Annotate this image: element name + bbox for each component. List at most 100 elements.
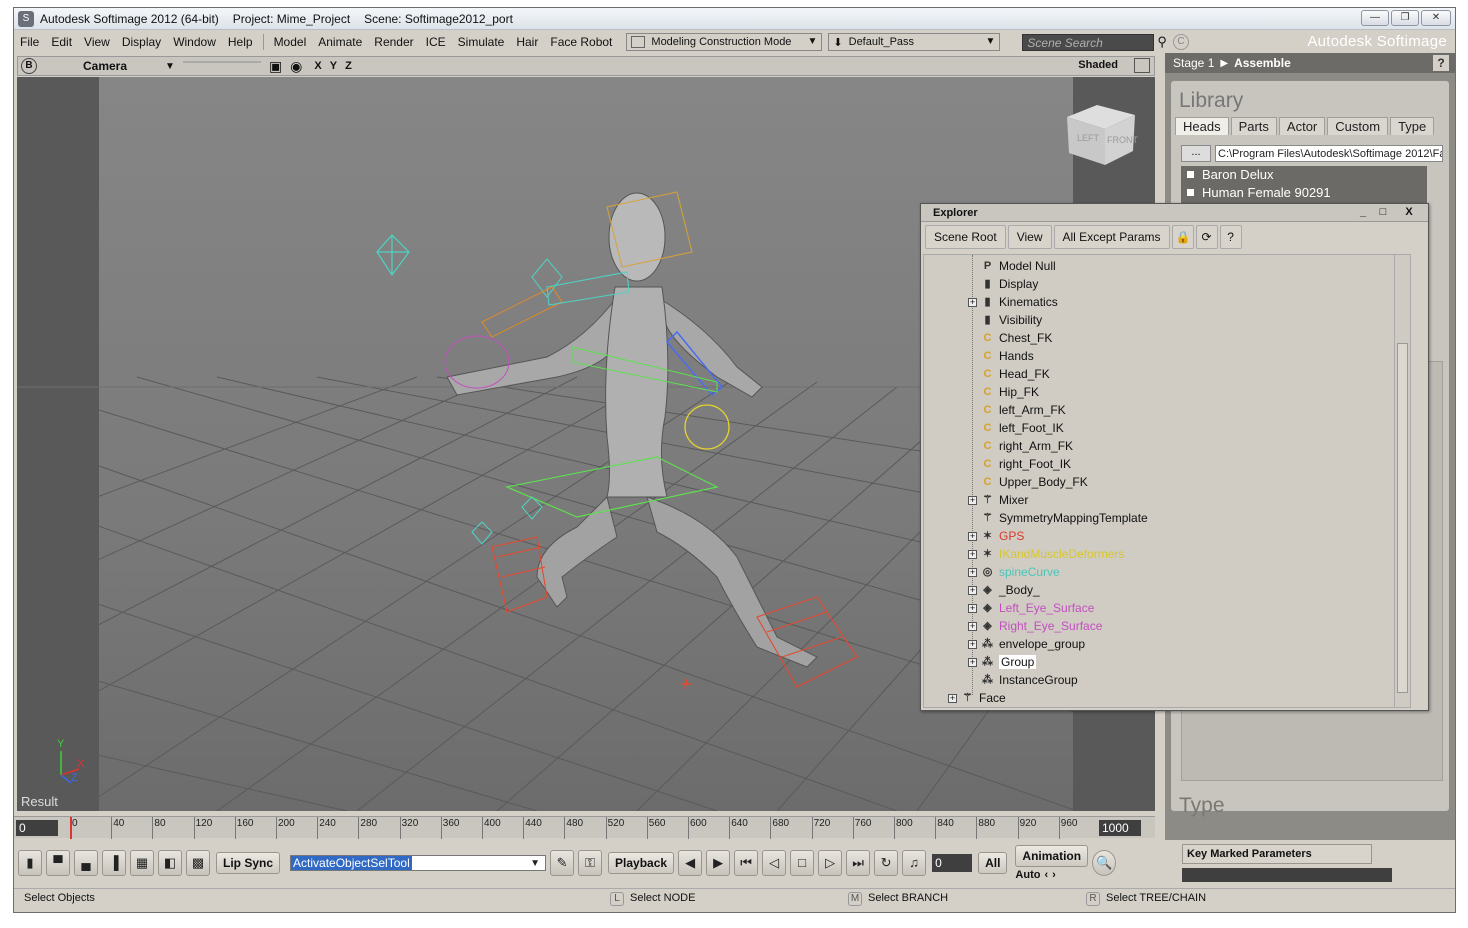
prev-key-icon[interactable]: ◀: [678, 850, 703, 876]
expand-toggle-icon[interactable]: +: [968, 531, 977, 541]
scope-scene-root-button[interactable]: Scene Root: [925, 225, 1006, 249]
tree-item[interactable]: Cright_Foot_IK: [968, 455, 1072, 473]
tab-custom[interactable]: Custom: [1327, 117, 1389, 135]
current-frame-field[interactable]: 0: [932, 854, 973, 872]
expand-toggle-icon[interactable]: +: [968, 639, 977, 649]
minimize-button[interactable]: —: [1361, 10, 1389, 26]
tree-item[interactable]: + ⚚ Mixer: [968, 491, 1028, 509]
construction-mode-dropdown[interactable]: Modeling Construction Mode ▼: [626, 33, 823, 51]
tree-item[interactable]: + ◈ Left_Eye_Surface: [968, 599, 1094, 617]
menu-simulate[interactable]: Simulate: [452, 35, 511, 49]
menu-hair[interactable]: Hair: [510, 35, 544, 49]
layout-bottom-icon[interactable]: ▄: [74, 850, 98, 876]
menu-file[interactable]: File: [14, 35, 45, 49]
library-path-field[interactable]: C:\Program Files\Autodesk\Softimage 2012…: [1215, 145, 1443, 162]
tree-item[interactable]: C Hip_FK: [968, 383, 1040, 401]
tree-item[interactable]: C Hands: [968, 347, 1034, 365]
scene-search-input[interactable]: Scene Search: [1022, 33, 1155, 51]
playback-button[interactable]: Playback: [608, 852, 675, 874]
tree-item[interactable]: ▮ Visibility: [968, 311, 1042, 329]
next-key-icon[interactable]: ▶: [706, 850, 731, 876]
play-forward-icon[interactable]: ▷: [818, 850, 843, 876]
tree-item[interactable]: ⚚ SymmetryMappingTemplate: [968, 509, 1148, 527]
last-frame-icon[interactable]: ⏭: [846, 850, 871, 876]
prev-icon[interactable]: ‹: [1044, 869, 1048, 881]
menu-help[interactable]: Help: [222, 35, 259, 49]
refresh-icon[interactable]: ⟳: [1195, 225, 1218, 249]
lock-tool-icon[interactable]: ⚿: [578, 850, 603, 876]
help-icon[interactable]: ?: [1219, 225, 1242, 249]
timeline-end-field[interactable]: 1000: [1099, 820, 1141, 836]
tree-item[interactable]: + ⁂ Group: [968, 653, 1037, 671]
maximize-button[interactable]: ❐: [1391, 10, 1419, 26]
first-frame-icon[interactable]: ⏮: [734, 850, 759, 876]
layout-single-icon[interactable]: ▮: [18, 850, 42, 876]
render-pass-dropdown[interactable]: ⬇ Default_Pass ▼: [828, 33, 1001, 51]
expand-toggle-icon[interactable]: +: [968, 621, 977, 631]
clear-search-icon[interactable]: C: [1172, 34, 1189, 50]
tree-item[interactable]: Cleft_Foot_IK: [968, 419, 1064, 437]
axis-x-button[interactable]: X: [314, 60, 321, 72]
stage-label[interactable]: Stage 1: [1173, 56, 1214, 70]
menu-edit[interactable]: Edit: [45, 35, 78, 49]
expand-toggle-icon[interactable]: +: [968, 585, 977, 595]
play-backward-icon[interactable]: ◁: [762, 850, 787, 876]
tab-heads[interactable]: Heads: [1175, 117, 1229, 135]
expand-toggle-icon[interactable]: +: [968, 567, 977, 577]
tree-item[interactable]: + ▮ Kinematics: [968, 293, 1058, 311]
tree-item[interactable]: ⁂ InstanceGroup: [968, 671, 1078, 689]
camera-icon[interactable]: ▣: [269, 58, 282, 75]
scrollbar-thumb[interactable]: [1397, 343, 1408, 693]
layout-top-icon[interactable]: ▀: [46, 850, 70, 876]
tree-item[interactable]: + ◈ _Body_: [968, 581, 1040, 599]
browse-path-button[interactable]: ...: [1181, 145, 1211, 162]
camera-dropdown[interactable]: Camera: [83, 59, 127, 73]
key-icon[interactable]: 🔍: [1092, 850, 1117, 876]
menu-animate[interactable]: Animate: [312, 35, 368, 49]
explorer-close-button[interactable]: X: [1402, 206, 1416, 219]
axis-y-button[interactable]: Y: [330, 60, 337, 72]
tree-item[interactable]: C Chest_FK: [968, 329, 1053, 347]
menu-display[interactable]: Display: [116, 35, 167, 49]
next-icon[interactable]: ›: [1052, 869, 1056, 881]
maximize-viewport-icon[interactable]: [1134, 58, 1150, 73]
tree-item[interactable]: C Head_FK: [968, 365, 1050, 383]
menu-window[interactable]: Window: [167, 35, 222, 49]
display-mode-dropdown[interactable]: Shaded: [1078, 59, 1118, 71]
tree-item[interactable]: Cright_Arm_FK: [968, 437, 1074, 455]
list-item[interactable]: Human Female 90291: [1181, 184, 1427, 202]
axis-z-button[interactable]: Z: [345, 60, 352, 72]
tree-scrollbar[interactable]: [1394, 255, 1410, 707]
tree-item[interactable]: Cleft_Arm_FK: [968, 401, 1066, 419]
viewport-toggle-buttons[interactable]: [182, 61, 261, 71]
filter-menu-button[interactable]: All Except Params: [1053, 225, 1170, 249]
menu-face-robot[interactable]: Face Robot: [544, 35, 618, 49]
playhead[interactable]: [70, 817, 72, 839]
tree-item[interactable]: + ⁂ envelope_group: [968, 635, 1085, 653]
tab-actor[interactable]: Actor: [1278, 117, 1326, 135]
search-icon[interactable]: ⚲: [1157, 34, 1167, 50]
auto-key-button[interactable]: Auto: [1015, 869, 1040, 881]
animation-button[interactable]: Animation: [1015, 845, 1089, 867]
all-button[interactable]: All: [978, 852, 1008, 874]
view-cube[interactable]: LEFT FRONT: [1067, 105, 1138, 165]
chevron-down-icon[interactable]: ▼: [528, 856, 542, 871]
view-menu-button[interactable]: View: [1007, 225, 1052, 249]
loop-icon[interactable]: ↻: [874, 850, 899, 876]
tree-item[interactable]: C Upper_Body_FK: [968, 473, 1088, 491]
audio-icon[interactable]: ♫: [902, 850, 927, 876]
tree-item[interactable]: ▮ Display: [968, 275, 1038, 293]
explorer-minimize-button[interactable]: _: [1356, 206, 1370, 219]
explorer-maximize-button[interactable]: □: [1376, 206, 1390, 219]
menu-view[interactable]: View: [78, 35, 116, 49]
timeline-ruler[interactable]: 0 40 80 120 160 200 240 280 320 360 400 440 480 520 56…: [70, 817, 1100, 839]
tree-item[interactable]: + ✶ IKandMuscleDeformers: [968, 545, 1124, 563]
menu-ice[interactable]: ICE: [420, 35, 452, 49]
expand-toggle-icon[interactable]: +: [968, 297, 977, 307]
chevron-down-icon[interactable]: ▼: [165, 61, 175, 72]
lip-sync-button[interactable]: Lip Sync: [216, 852, 281, 874]
softimage-app-icon[interactable]: S: [18, 10, 34, 27]
expand-toggle-icon[interactable]: +: [948, 693, 957, 703]
expand-toggle-icon[interactable]: +: [968, 495, 977, 505]
layout-split-icon[interactable]: ◧: [158, 850, 182, 876]
